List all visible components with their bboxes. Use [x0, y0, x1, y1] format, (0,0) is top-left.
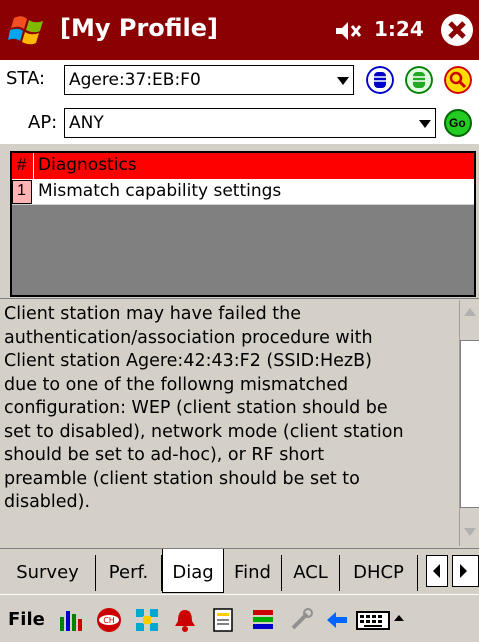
volume-muted-icon[interactable] — [334, 20, 364, 42]
color-bars-icon[interactable] — [250, 607, 276, 633]
bar-graph-icon[interactable] — [58, 607, 84, 633]
description-text: Client station may have failed the authe… — [4, 303, 452, 515]
alarm-bell-icon[interactable] — [172, 607, 198, 633]
tab-scroll-left[interactable] — [426, 555, 448, 587]
scroll-down-icon[interactable] — [464, 528, 476, 536]
description-line: Client station Agere:42:43:F2 (SSID:HezB… — [4, 351, 372, 371]
channel-icon[interactable]: CH — [96, 607, 122, 633]
tab-perf[interactable]: Perf. — [96, 555, 162, 591]
file-menu[interactable]: File — [8, 609, 45, 630]
chevron-up-icon[interactable] — [392, 607, 406, 633]
notes-icon[interactable] — [210, 607, 236, 633]
title-bar: [My Profile] 1:24 — [0, 0, 479, 60]
diagnostics-list-area: # Diagnostics 1 Mismatch capability sett… — [0, 144, 479, 297]
tab-dhcp[interactable]: DHCP — [340, 555, 418, 591]
close-button[interactable] — [441, 14, 473, 46]
selection-panel: STA: Agere:37:EB:F0 AP: ANY Go — [0, 60, 479, 144]
description-line: authentication/association procedure wit… — [4, 327, 373, 348]
description-line: due to one of the followng mismatched — [4, 374, 349, 395]
arrow-left-icon — [433, 564, 440, 578]
description-line: should be set to ad-hoc), or RF short — [4, 445, 325, 465]
back-arrow-icon[interactable] — [324, 607, 350, 633]
tab-acl[interactable]: ACL — [282, 555, 340, 591]
windows-start-icon[interactable] — [8, 12, 48, 48]
ap-value: ANY — [69, 113, 104, 133]
scrollbar-thumb[interactable] — [460, 340, 479, 508]
description-line: Client station may have failed the — [4, 304, 301, 324]
description-line: preamble (client station should be set t… — [4, 468, 360, 489]
menu-bar: File CH — [0, 594, 479, 642]
description-panel: Client station may have failed the authe… — [0, 298, 479, 548]
arrow-right-icon — [460, 564, 467, 578]
tab-scroll-right[interactable] — [452, 555, 479, 587]
description-line: set to disabled), network mode (client s… — [4, 421, 404, 442]
go-label: Go — [449, 116, 466, 130]
sta-label: STA: — [6, 68, 46, 89]
ap-label: AP: — [28, 112, 58, 133]
yellow-search-icon[interactable] — [444, 66, 472, 94]
keyboard-icon[interactable] — [356, 607, 390, 633]
tab-diag[interactable]: Diag — [162, 549, 224, 593]
chevron-down-icon — [419, 120, 431, 128]
diagnostics-list[interactable]: # Diagnostics 1 Mismatch capability sett… — [10, 151, 476, 297]
description-line: disabled). — [4, 492, 91, 512]
tab-survey[interactable]: Survey — [0, 555, 96, 591]
clock-time[interactable]: 1:24 — [374, 17, 424, 41]
column-header-number[interactable]: # — [12, 153, 34, 179]
green-db-icon[interactable] — [405, 66, 433, 94]
column-header-diagnostics[interactable]: Diagnostics — [38, 155, 137, 175]
blue-db-icon[interactable] — [366, 66, 394, 94]
description-line: configuration: WEP (client station shoul… — [4, 398, 388, 418]
sta-value: Agere:37:EB:F0 — [69, 70, 201, 90]
row-text: Mismatch capability settings — [38, 181, 282, 201]
list-item[interactable]: 1 Mismatch capability settings — [12, 179, 474, 205]
svg-text:CH: CH — [103, 616, 115, 625]
tools-icon[interactable] — [288, 607, 314, 633]
chevron-down-icon — [337, 77, 349, 85]
network-icon[interactable] — [134, 607, 160, 633]
sta-dropdown[interactable]: Agere:37:EB:F0 — [64, 65, 354, 95]
close-icon — [448, 21, 466, 39]
scroll-up-icon[interactable] — [464, 308, 476, 316]
ap-dropdown[interactable]: ANY — [64, 108, 436, 138]
go-button[interactable]: Go — [444, 109, 472, 137]
tab-bar: Survey Perf. Diag Find ACL DHCP — [0, 548, 479, 594]
row-number: 1 — [12, 180, 32, 204]
list-header[interactable]: # Diagnostics — [12, 153, 474, 179]
app-title: [My Profile] — [60, 14, 219, 42]
tab-find[interactable]: Find — [224, 555, 282, 591]
description-scrollbar[interactable] — [459, 300, 479, 546]
